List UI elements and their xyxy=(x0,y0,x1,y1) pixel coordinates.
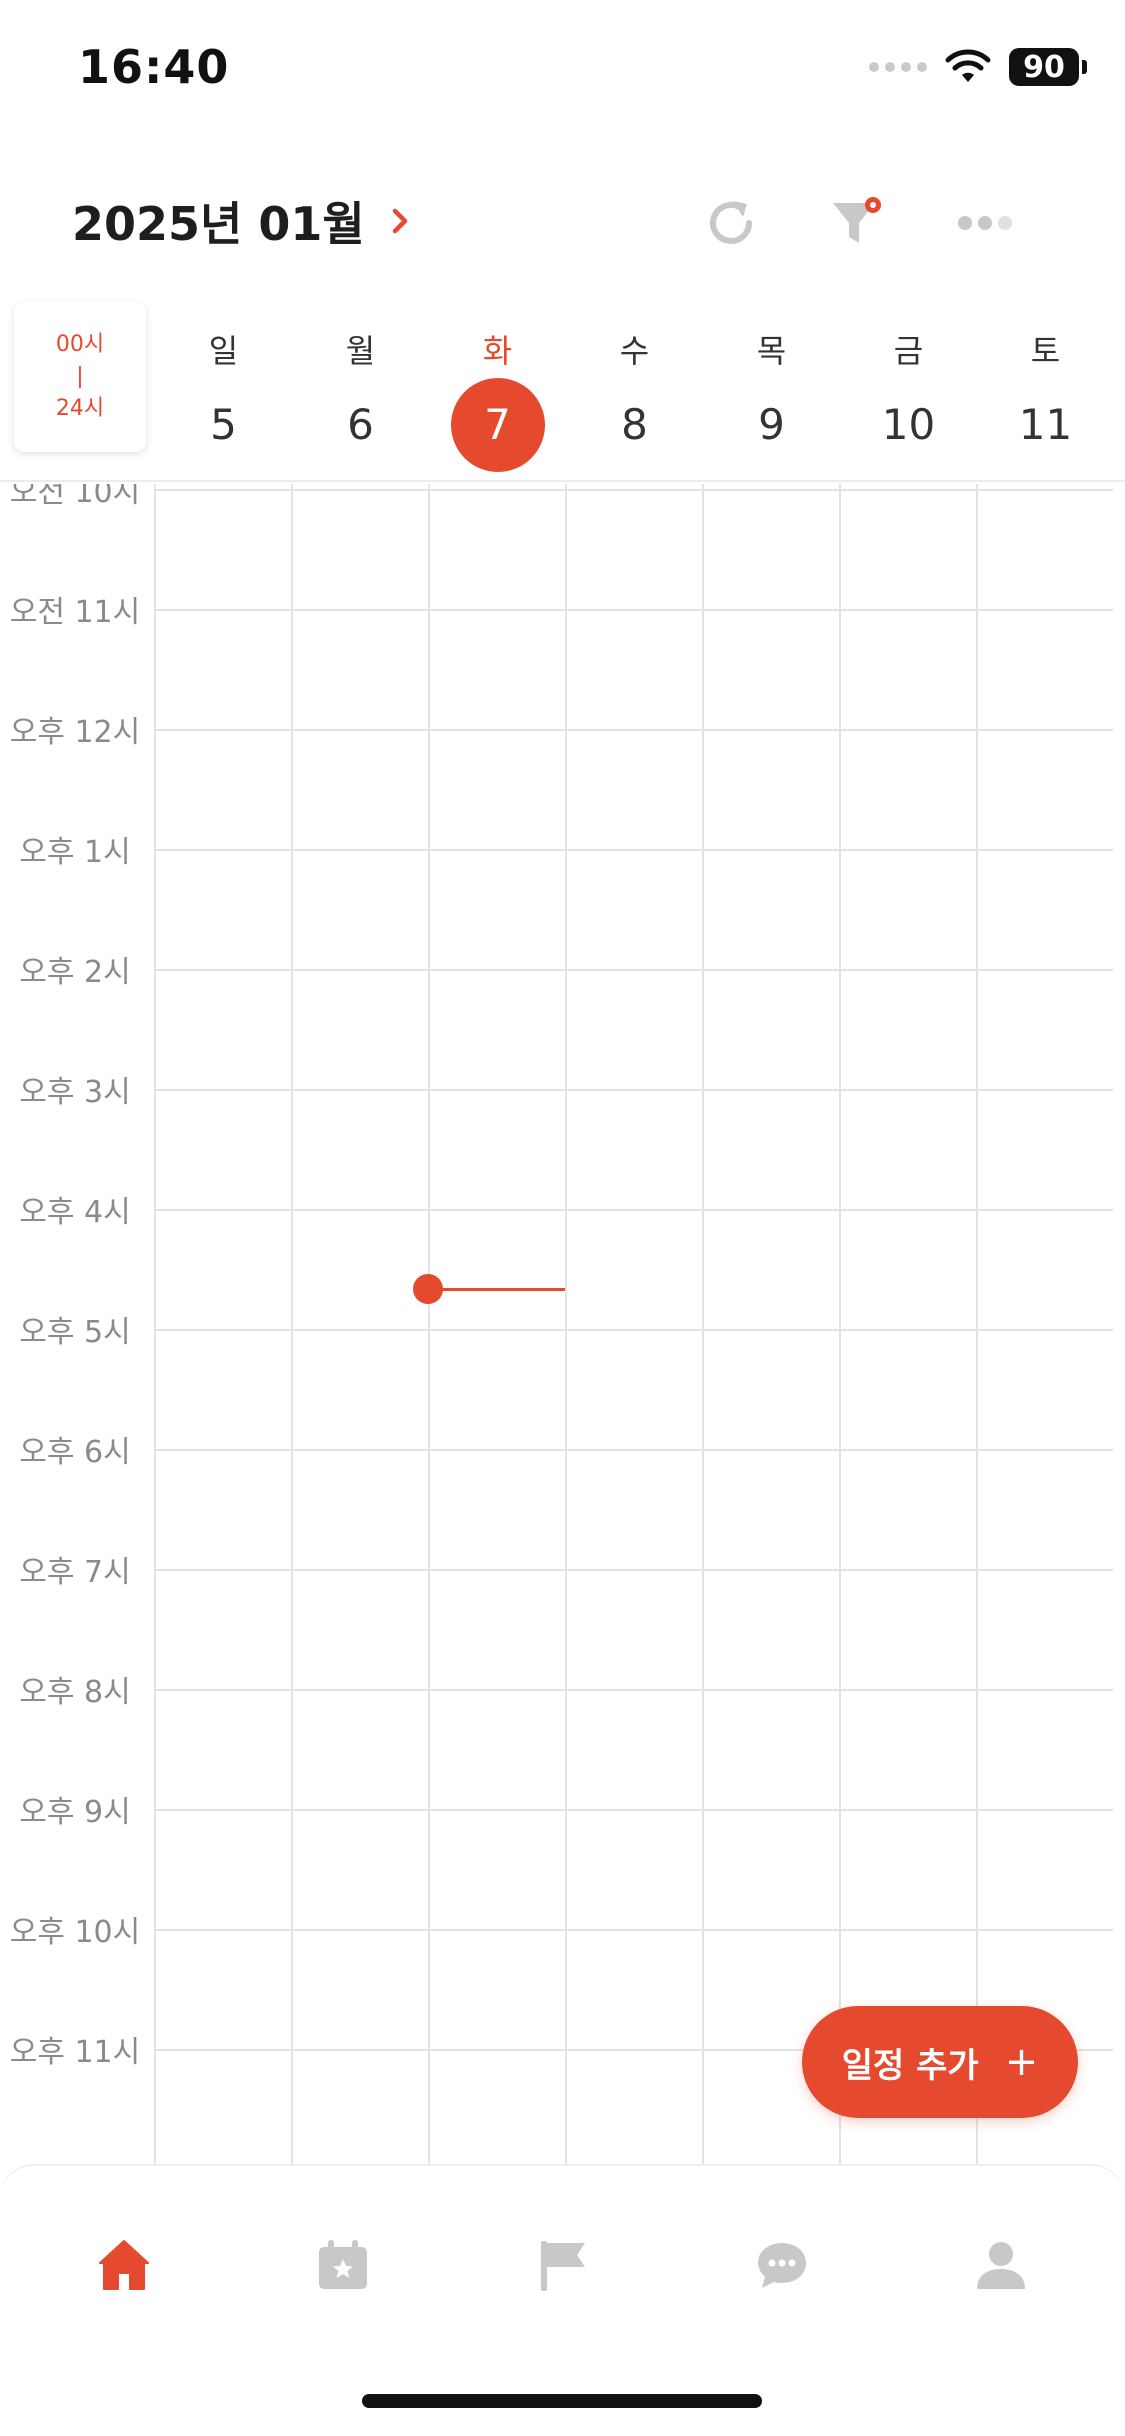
range-end: 24시 xyxy=(55,396,105,421)
hour-label: 오후 10시 xyxy=(9,1915,141,1950)
status-indicators: 90 xyxy=(869,48,1087,86)
range-divider: | xyxy=(76,364,84,389)
grid-hour-line xyxy=(154,1809,1113,1811)
status-time: 16:40 xyxy=(78,40,230,94)
app: 16:40 90 2025년 01월 00시 | 24시 일 5 월 6 화 7… xyxy=(0,0,1125,2436)
day-name: 화 xyxy=(482,332,513,370)
tab-profile[interactable] xyxy=(956,2220,1046,2310)
day-column-mon[interactable]: 월 6 xyxy=(292,300,429,482)
battery-icon: 90 xyxy=(1009,48,1087,86)
day-name: 토 xyxy=(1030,332,1061,370)
refresh-button[interactable] xyxy=(696,188,766,258)
day-name: 금 xyxy=(893,332,924,370)
hour-label: 오후 7시 xyxy=(19,1555,131,1590)
grid-hour-line xyxy=(154,1449,1113,1451)
hour-label: 오전 10시 xyxy=(9,484,141,510)
day-column-sun[interactable]: 일 5 xyxy=(155,300,292,482)
tab-home[interactable] xyxy=(79,2220,169,2310)
home-icon xyxy=(99,2240,149,2290)
day-column-wed[interactable]: 수 8 xyxy=(566,300,703,482)
tab-calendar[interactable] xyxy=(298,2220,388,2310)
grid-day-divider xyxy=(702,484,704,2164)
tab-chat[interactable] xyxy=(737,2220,827,2310)
time-range-toggle[interactable]: 00시 | 24시 xyxy=(14,302,146,452)
filter-icon xyxy=(833,197,881,243)
home-indicator xyxy=(362,2394,762,2408)
tab-goals[interactable] xyxy=(518,2220,608,2310)
hour-label: 오후 2시 xyxy=(19,955,131,990)
month-title: 2025년 01월 xyxy=(72,197,365,251)
add-event-button[interactable]: 일정 추가 + xyxy=(802,2006,1078,2118)
day-date: 8 xyxy=(621,400,648,449)
day-name: 월 xyxy=(345,332,376,370)
today-date-badge: 7 xyxy=(450,378,545,472)
cellular-signal-icon xyxy=(869,62,927,72)
hour-label: 오후 9시 xyxy=(19,1795,131,1830)
day-column-sat[interactable]: 토 11 xyxy=(977,300,1114,482)
hour-label: 오전 11시 xyxy=(9,595,141,630)
day-column-thu[interactable]: 목 9 xyxy=(703,300,840,482)
hour-label: 오후 3시 xyxy=(19,1075,131,1110)
refresh-icon xyxy=(710,201,752,244)
chevron-right-icon xyxy=(392,208,407,234)
grid-hour-line xyxy=(154,1569,1113,1571)
plus-icon: + xyxy=(1004,2039,1039,2085)
day-name: 수 xyxy=(619,332,650,370)
add-event-label: 일정 추가 xyxy=(841,2045,979,2086)
day-name: 목 xyxy=(756,332,787,370)
grid-hour-line xyxy=(154,489,1113,491)
day-date: 6 xyxy=(347,400,374,449)
hour-label: 오후 1시 xyxy=(19,835,131,870)
grid-hour-line xyxy=(154,969,1113,971)
grid-hour-line xyxy=(154,1089,1113,1091)
month-selector[interactable]: 2025년 01월 xyxy=(72,188,415,254)
hour-label: 오후 11시 xyxy=(9,2035,141,2070)
grid-day-divider xyxy=(976,484,978,2164)
current-time-line xyxy=(428,1288,565,1291)
calendar-star-icon xyxy=(319,2240,367,2289)
header: 2025년 01월 xyxy=(0,170,1125,270)
day-column-fri[interactable]: 금 10 xyxy=(840,300,977,482)
grid-day-divider xyxy=(565,484,567,2164)
day-date: 10 xyxy=(881,400,936,449)
wifi-icon xyxy=(945,49,991,82)
chat-icon xyxy=(758,2243,806,2288)
day-date: 5 xyxy=(210,400,237,449)
grid-day-divider xyxy=(154,484,156,2164)
grid-hour-line xyxy=(154,1329,1113,1331)
filter-button[interactable] xyxy=(822,188,892,258)
day-date: 9 xyxy=(758,400,785,449)
day-column-tue[interactable]: 화 7 xyxy=(429,300,566,482)
status-bar: 16:40 90 xyxy=(0,0,1125,135)
grid-hour-line xyxy=(154,1209,1113,1211)
grid-hour-line xyxy=(154,609,1113,611)
day-date: 11 xyxy=(1018,400,1073,449)
grid-day-divider xyxy=(291,484,293,2164)
current-time-dot xyxy=(413,1274,443,1304)
more-options-button[interactable] xyxy=(950,188,1020,258)
more-icon xyxy=(958,216,1012,230)
hour-label: 오후 12시 xyxy=(9,715,141,750)
profile-icon xyxy=(977,2242,1025,2289)
battery-level: 90 xyxy=(1009,48,1079,86)
range-start: 00시 xyxy=(55,332,105,357)
hour-label: 오후 8시 xyxy=(19,1675,131,1710)
grid-hour-line xyxy=(154,849,1113,851)
grid-hour-line xyxy=(154,1929,1113,1931)
time-grid[interactable]: 오전 10시오전 11시오후 12시오후 1시오후 2시오후 3시오후 4시오후… xyxy=(0,484,1125,2164)
grid-day-divider xyxy=(839,484,841,2164)
day-name: 일 xyxy=(208,332,239,370)
week-strip: 00시 | 24시 일 5 월 6 화 7 수 8 목 9 금 10 토 11 xyxy=(0,300,1125,482)
hour-label: 오후 5시 xyxy=(19,1315,131,1350)
hour-label: 오후 6시 xyxy=(19,1435,131,1470)
flag-icon xyxy=(541,2241,585,2291)
grid-hour-line xyxy=(154,1689,1113,1691)
hour-label: 오후 4시 xyxy=(19,1195,131,1230)
grid-day-divider xyxy=(428,484,430,2164)
grid-hour-line xyxy=(154,729,1113,731)
